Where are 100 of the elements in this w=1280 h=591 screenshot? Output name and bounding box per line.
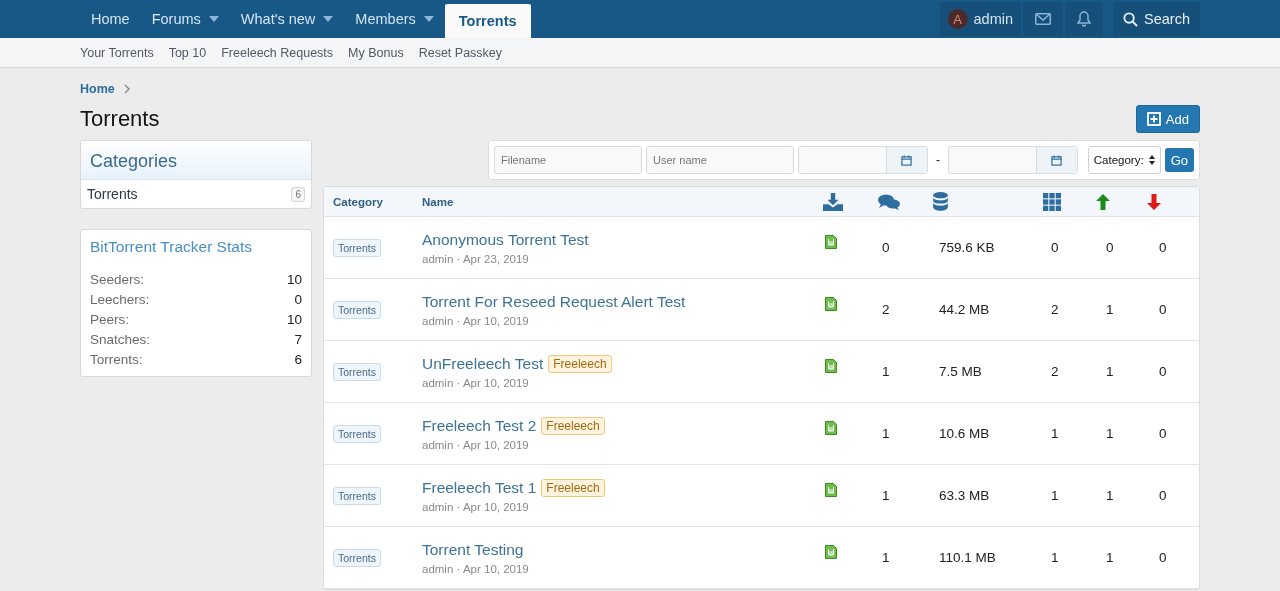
torrent-title-link[interactable]: Freeleech Test 1 [422,478,537,497]
table-cell-text: 0 [1105,240,1115,255]
nav-tab[interactable]: Forums [140,0,230,38]
calendar-icon [1051,154,1063,166]
sub-navigation-link[interactable]: Reset Passkey [418,45,503,60]
search-button[interactable]: Search [1113,2,1200,36]
torrent-title-link[interactable]: Anonymous Torrent Test [422,230,589,249]
author-date: admin · Apr 10, 2019 [422,500,530,513]
category-select[interactable]: Category: [1087,146,1161,174]
column-header[interactable]: Name [422,195,823,208]
table-cell-text: 1 [881,488,891,503]
nav-tab[interactable]: Home [80,0,141,38]
table-cell-text: 0 [881,240,891,255]
arrow-down-icon[interactable] [1147,193,1161,210]
chevron-right-icon [123,84,130,94]
table-cell-text: 1 [1050,426,1060,441]
sub-navigation-link[interactable]: Top 10 [168,45,207,60]
calendar-icon [901,154,913,166]
table-cell-text: 63.3 MB [938,488,991,503]
plus-square-icon [1146,112,1161,126]
nav-tab[interactable]: What's new [229,0,345,38]
torrent-file-icon[interactable] [825,544,837,559]
stat-label: Torrents: [90,351,143,369]
table-cell-text: 1 [1105,488,1115,503]
account-button[interactable]: A admin [939,2,1022,36]
stat-label: Leechers: [90,291,150,309]
sub-navigation-link[interactable]: Your Torrents [80,45,154,60]
category-link[interactable]: Torrents [87,186,138,202]
stat-value: 7 [294,331,302,349]
table-cell-text: 2 [1050,302,1060,317]
table-cell-text: 1 [1050,550,1060,565]
table-cell-text: 44.2 MB [938,302,991,317]
table-cell-text: 1 [1105,550,1115,565]
panel-title: BitTorrent Tracker Stats [90,238,253,256]
filename-field[interactable]: Filename [494,146,642,174]
table-cell-text: 7.5 MB [938,364,983,379]
freeleech-label: Freeleech [541,416,605,435]
freeleech-label: Freeleech [541,478,605,497]
download-icon[interactable] [823,192,843,211]
nav-tab[interactable]: Members [344,0,445,38]
table-cell-text: 0 [1158,302,1168,317]
torrent-title-link[interactable]: Freeleech Test 2 [422,416,537,435]
nav-tab[interactable]: Torrents [444,4,531,38]
table-cell-text: 0 [1158,240,1168,255]
author-date: admin · Apr 23, 2019 [422,252,530,265]
database-icon[interactable] [933,192,948,211]
torrent-file-icon[interactable] [825,420,837,435]
table-cell-text: 0 [1158,488,1168,503]
column-header[interactable]: Category [324,195,422,208]
select-arrows-icon [1148,155,1155,165]
category-tag[interactable]: Torrents [333,424,381,443]
bell-icon [1077,11,1092,27]
category-tag[interactable]: Torrents [333,486,381,505]
grid-icon[interactable] [1043,192,1061,211]
sub-navigation-link[interactable]: Freeleech Requests [221,45,334,60]
caret-icon [323,16,334,22]
panel-title: Categories [81,141,311,180]
torrent-title-link[interactable]: Torrent Testing [422,540,524,559]
sub-navigation-link[interactable]: My Bonus [348,45,404,60]
avatar: A [947,9,968,29]
username-field[interactable]: User name [646,146,794,174]
category-tag[interactable]: Torrents [333,548,381,567]
table-cell-text: 110.1 MB [938,550,997,565]
breadcrumb-link[interactable]: Home [80,82,115,96]
stat-label: Seeders: [90,271,145,289]
table-cell-text: 1 [1050,488,1060,503]
page-title: Torrents [80,106,160,132]
stat-label: Snatches: [90,331,151,349]
table-cell-text: 2 [1050,364,1060,379]
category-tag[interactable]: Torrents [333,300,381,319]
torrent-file-icon[interactable] [825,296,837,311]
table-cell-text: 1 [881,550,891,565]
torrent-file-icon[interactable] [825,358,837,373]
author-date: admin · Apr 10, 2019 [422,438,530,451]
category-tag[interactable]: Torrents [333,238,381,257]
envelope-icon [1035,13,1052,25]
table-cell-text: 1 [1105,364,1115,379]
table-cell-text: 759.6 KB [938,240,996,255]
torrent-title-link[interactable]: Torrent For Reseed Request Alert Test [422,292,686,311]
date-separator: - [934,153,941,167]
table-cell-text: 0 [1158,550,1168,565]
arrow-up-icon[interactable] [1096,193,1110,210]
date-field[interactable] [798,146,928,174]
author-date: admin · Apr 10, 2019 [422,314,530,327]
search-icon [1123,11,1139,27]
comments-icon[interactable] [878,193,900,210]
go-button[interactable]: Go [1164,148,1194,172]
date-field[interactable] [947,146,1078,174]
stat-label: Peers: [90,311,130,329]
stat-value: 0 [294,291,302,309]
torrent-file-icon[interactable] [825,234,837,249]
torrent-title-link[interactable]: UnFreeleech Test [422,354,544,373]
stat-value: 10 [286,271,302,289]
inbox-button[interactable] [1023,2,1064,36]
alerts-button[interactable] [1065,2,1104,36]
add-button[interactable]: Add [1135,105,1200,133]
table-cell-text: 0 [1158,426,1168,441]
category-tag[interactable]: Torrents [333,362,381,381]
torrent-file-icon[interactable] [825,482,837,497]
stat-value: 6 [294,351,302,369]
